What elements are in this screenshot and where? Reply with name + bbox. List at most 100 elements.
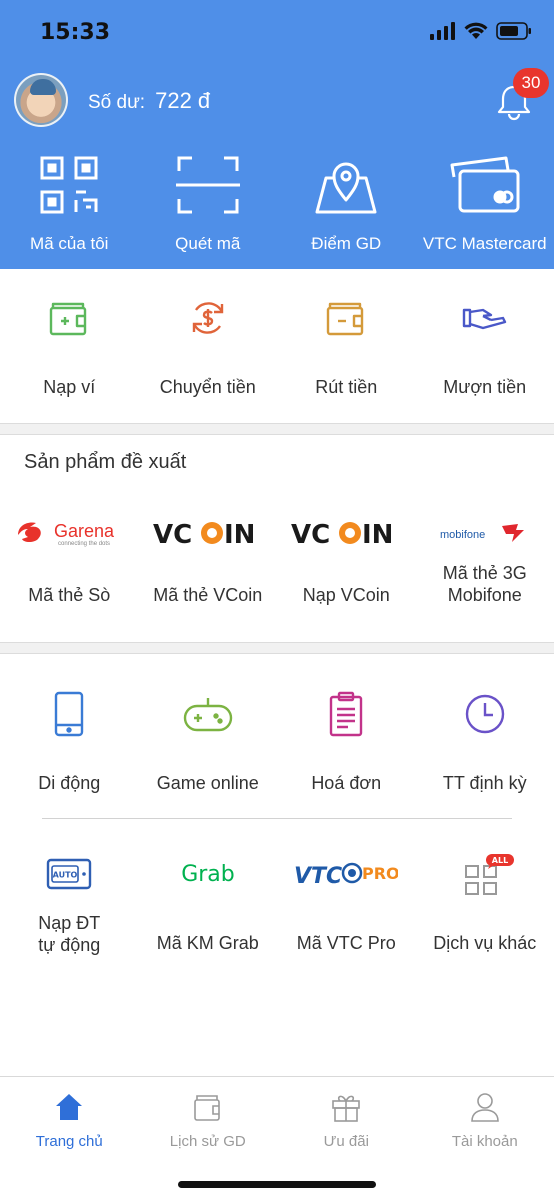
- grid-all-icon: ALL: [464, 854, 514, 895]
- vcoin-logo: VC IN: [291, 520, 393, 548]
- wallet-actions: Nạp ví Chuyển tiền Rút tiền Mượn tiền: [0, 288, 554, 398]
- wallet-action-label: Chuyển tiền: [159, 377, 256, 397]
- status-icons: [430, 22, 532, 40]
- service-label: Dịch vụ khác: [433, 933, 537, 953]
- vcoin-logo-text-left: VC: [291, 520, 330, 548]
- service-label: Nạp ĐT tự động: [38, 912, 100, 956]
- vtc-mastercard-button[interactable]: VTC Mastercard: [416, 150, 554, 254]
- service-recurring-payment[interactable]: TT định kỳ: [416, 684, 554, 794]
- tab-home[interactable]: Trang chủ: [0, 1087, 139, 1150]
- quick-action-label: Quét mã: [175, 234, 241, 253]
- suggested-item-mobifone[interactable]: mobifone Mã thẻ 3G Mobifone: [416, 504, 554, 606]
- label-line: Mobifone: [447, 585, 522, 605]
- wallet-minus-icon: [327, 302, 364, 336]
- quick-action-label: Điểm GD: [311, 234, 382, 253]
- label-line: Nạp ĐT: [38, 913, 101, 933]
- service-auto-topup[interactable]: AUTO Nạp ĐT tự động: [0, 844, 139, 956]
- status-time: 15:33: [40, 20, 111, 45]
- service-mobile[interactable]: Di động: [0, 684, 139, 794]
- service-bills[interactable]: Hoá đơn: [277, 684, 416, 794]
- avatar[interactable]: [14, 73, 68, 127]
- tab-label: Ưu đãi: [323, 1133, 369, 1150]
- all-badge-text: ALL: [492, 856, 508, 865]
- signal-icon: [430, 22, 455, 40]
- quick-actions: Mã của tôi Quét mã Điểm GD VTC Mastercar…: [0, 150, 554, 254]
- qr-code-icon: [40, 156, 98, 214]
- vcoin-logo-text-right: IN: [224, 520, 255, 548]
- suggested-products: Garena connecting the dots Mã thẻ Sò VC …: [0, 504, 554, 606]
- tab-history[interactable]: Lịch sử GD: [139, 1087, 278, 1150]
- auto-topup-icon: AUTO: [47, 858, 92, 890]
- section-divider: [0, 423, 554, 435]
- tab-label: Lịch sử GD: [169, 1133, 246, 1150]
- label-line: Mã thẻ 3G: [442, 563, 527, 583]
- suggested-item-garena[interactable]: Garena connecting the dots Mã thẻ Sò: [0, 504, 139, 606]
- scan-code-button[interactable]: Quét mã: [139, 150, 278, 254]
- service-label: Mã VTC Pro: [296, 933, 396, 953]
- wallet-action-label: Rút tiền: [315, 377, 378, 397]
- vcoin-logo-text-right: IN: [362, 520, 393, 548]
- tab-label: Trang chủ: [35, 1133, 103, 1150]
- quick-action-label: VTC Mastercard: [422, 234, 547, 253]
- home-icon: [56, 1094, 83, 1120]
- my-code-button[interactable]: Mã của tôi: [0, 150, 139, 254]
- cards-icon: [450, 156, 520, 213]
- service-label: Di động: [38, 773, 101, 793]
- suggested-item-vcoin-topup[interactable]: VC IN Nạp VCoin: [277, 504, 416, 606]
- quick-action-label: Mã của tôi: [30, 234, 109, 253]
- service-other[interactable]: ALL Dịch vụ khác: [416, 844, 554, 956]
- transaction-points-button[interactable]: Điểm GD: [277, 150, 416, 254]
- map-pin-icon: [315, 162, 377, 214]
- garena-tagline: connecting the dots: [58, 541, 110, 547]
- vcoin-logo-text-left: VC: [153, 520, 192, 548]
- wallet-plus-icon: [50, 302, 87, 336]
- mobile-phone-icon: [55, 691, 84, 737]
- label-line: tự động: [38, 935, 101, 955]
- suggested-item-label: Mã thẻ 3G Mobifone: [443, 562, 527, 606]
- scan-frame-icon: [175, 156, 240, 214]
- user-icon: [470, 1093, 499, 1122]
- gift-icon: [332, 1095, 361, 1122]
- garena-logo: Garena connecting the dots: [18, 521, 115, 547]
- dollar-cycle-icon: [192, 302, 223, 334]
- services-row-2: AUTO Nạp ĐT tự động Grab Mã KM Grab VTC …: [0, 844, 554, 956]
- suggested-item-label: Mã thẻ Sò: [28, 585, 111, 605]
- pro-logo-text: PRO: [362, 864, 398, 883]
- tab-account[interactable]: Tài khoản: [416, 1087, 554, 1150]
- clipboard-icon: [330, 691, 363, 737]
- tab-label: Tài khoản: [451, 1133, 518, 1150]
- history-wallet-icon: [193, 1095, 220, 1121]
- mobifone-logo-text: mobifone: [440, 529, 485, 541]
- service-game-online[interactable]: Game online: [139, 684, 278, 794]
- wallet-action-label: Mượn tiền: [443, 377, 527, 397]
- transfer-money-button[interactable]: Chuyển tiền: [139, 288, 278, 398]
- auto-text: AUTO: [53, 871, 78, 880]
- suggested-item-vcoin-card[interactable]: VC IN Mã thẻ VCoin: [139, 504, 278, 606]
- row-divider: [42, 818, 512, 819]
- borrow-money-button[interactable]: Mượn tiền: [416, 288, 554, 398]
- balance: Số dư: 722 đ: [88, 88, 210, 114]
- topup-wallet-button[interactable]: Nạp ví: [0, 288, 139, 398]
- hand-money-icon: [462, 308, 506, 330]
- notification-badge: 30: [513, 68, 549, 98]
- garena-logo-text: Garena: [54, 521, 115, 541]
- balance-label: Số dư:: [88, 92, 146, 113]
- service-label: Hoá đơn: [311, 773, 382, 793]
- tab-offers[interactable]: Ưu đãi: [277, 1087, 416, 1150]
- grab-logo: Grab: [181, 862, 235, 887]
- header: 15:33 Số dư: 722 đ 30 Mã của tôi Quét mã…: [0, 0, 554, 269]
- withdraw-money-button[interactable]: Rút tiền: [277, 288, 416, 398]
- wallet-action-label: Nạp ví: [43, 377, 96, 397]
- balance-value: 722 đ: [155, 88, 211, 113]
- home-indicator: [178, 1181, 376, 1188]
- mobifone-logo: mobifone: [440, 524, 524, 542]
- wifi-icon: [464, 22, 488, 39]
- services-row-1: Di động Game online Hoá đơn TT định kỳ: [0, 684, 554, 794]
- vtc-pro-logo: VTC PRO: [294, 862, 398, 889]
- suggested-item-label: Mã thẻ VCoin: [153, 585, 263, 605]
- service-grab-promo[interactable]: Grab Mã KM Grab: [139, 844, 278, 956]
- vcoin-logo: VC IN: [153, 520, 255, 548]
- service-vtc-pro[interactable]: VTC PRO Mã VTC Pro: [277, 844, 416, 956]
- vtc-logo-text: VTC: [294, 864, 342, 889]
- service-label: Game online: [156, 773, 259, 793]
